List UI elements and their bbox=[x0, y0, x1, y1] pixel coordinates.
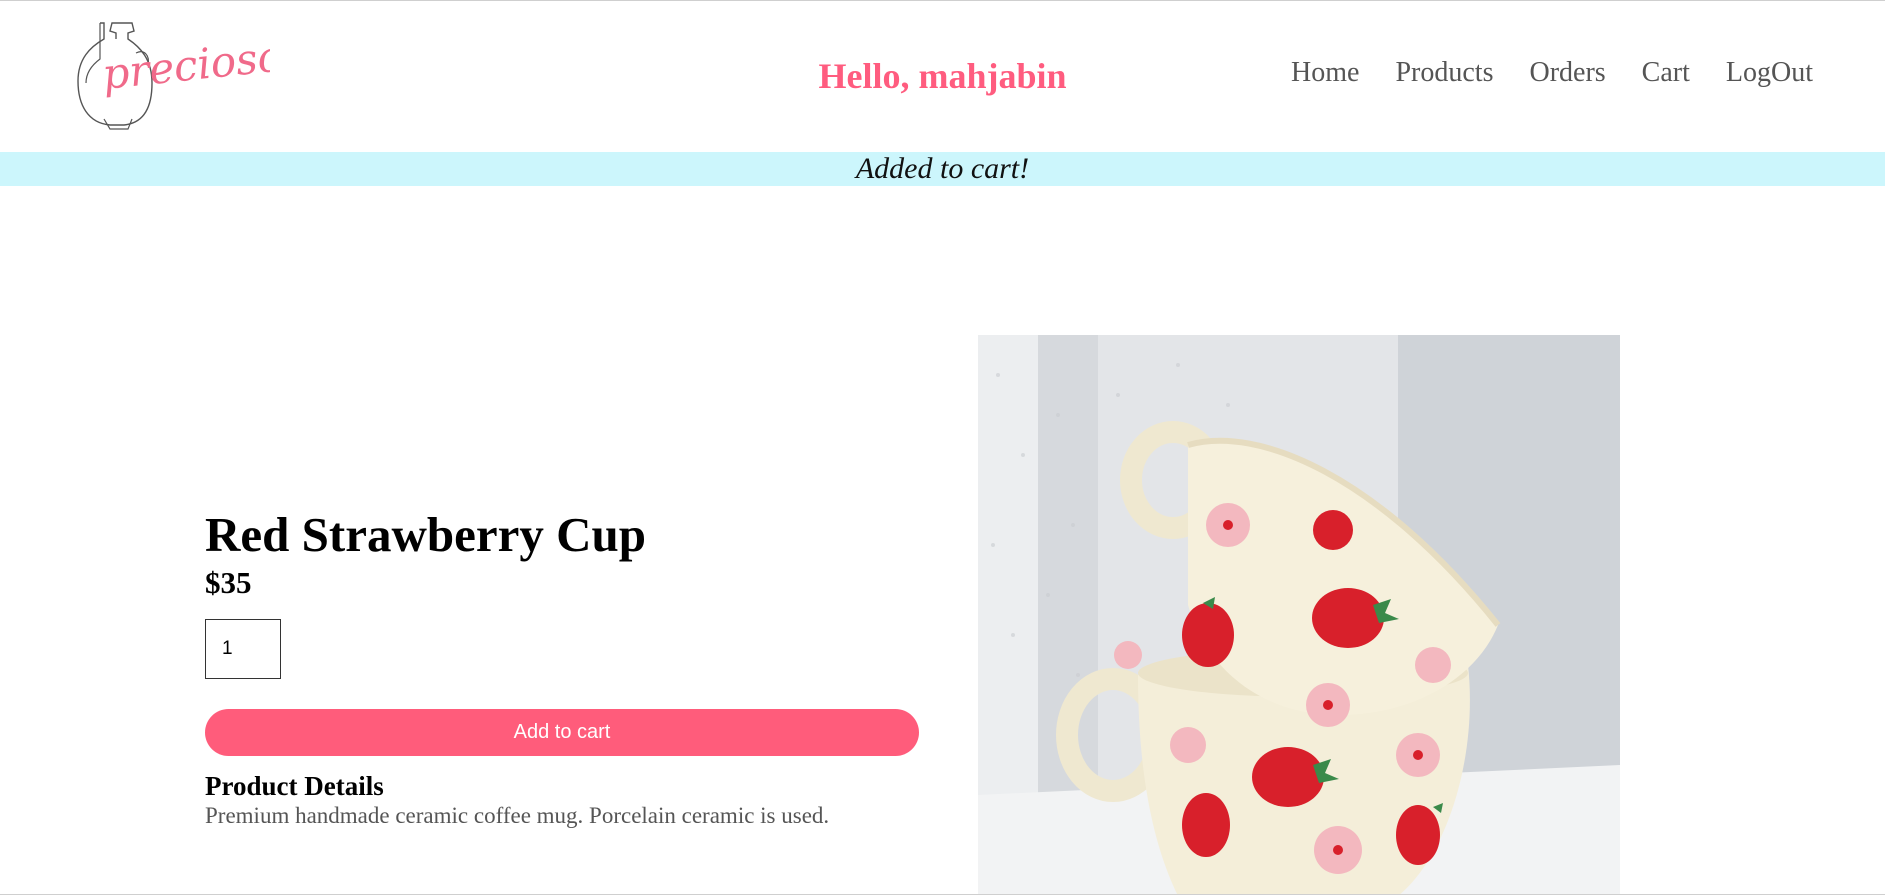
nav-products[interactable]: Products bbox=[1395, 57, 1493, 89]
nav-logout[interactable]: LogOut bbox=[1726, 57, 1813, 89]
product-details-heading: Product Details bbox=[205, 771, 384, 801]
site-header: precioso Hello, mahjabin Home Products O… bbox=[0, 1, 1885, 152]
vase-logo-icon: precioso bbox=[77, 22, 285, 130]
greeting-label: Hello, mahjabin bbox=[818, 56, 1067, 96]
nav-home[interactable]: Home bbox=[1291, 57, 1359, 89]
strawberry-mug-image bbox=[978, 335, 1620, 895]
added-to-cart-banner: Added to cart! bbox=[0, 152, 1885, 186]
product-price: $35 bbox=[205, 565, 252, 600]
precioso-logo[interactable]: precioso bbox=[70, 19, 285, 131]
product-image bbox=[978, 335, 1620, 895]
product-details: Red Strawberry Cup $35 Add to cart Produ… bbox=[205, 506, 919, 830]
product-title: Red Strawberry Cup bbox=[205, 507, 646, 562]
main-nav: Home Products Orders Cart LogOut bbox=[1291, 57, 1813, 89]
banner-message: Added to cart! bbox=[855, 152, 1030, 185]
quantity-input[interactable] bbox=[205, 619, 281, 679]
svg-text:precioso: precioso bbox=[100, 31, 270, 99]
nav-orders[interactable]: Orders bbox=[1529, 57, 1605, 89]
add-to-cart-button[interactable]: Add to cart bbox=[205, 709, 919, 756]
product-description: Premium handmade ceramic coffee mug. Por… bbox=[205, 803, 830, 828]
nav-cart[interactable]: Cart bbox=[1642, 57, 1690, 89]
